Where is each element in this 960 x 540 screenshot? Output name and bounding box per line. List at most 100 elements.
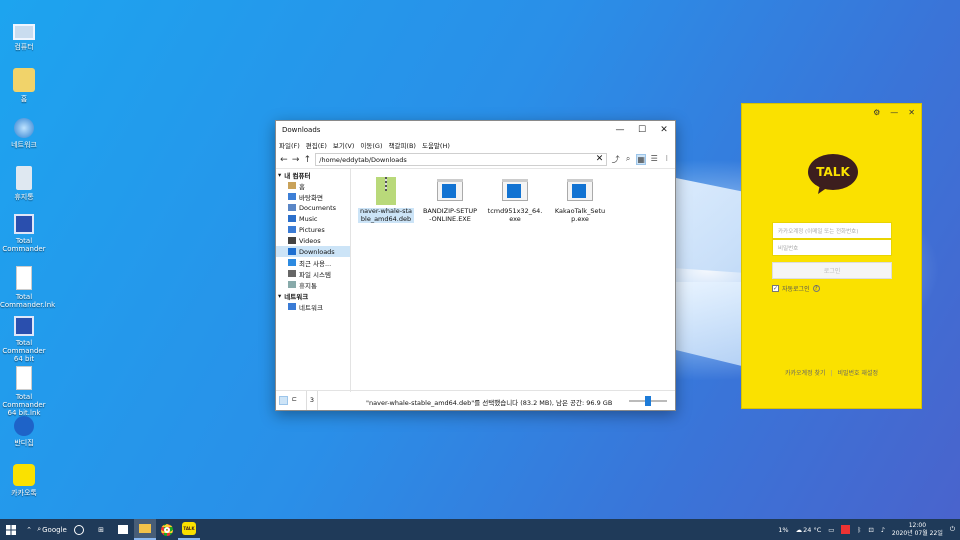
weather-indicator[interactable]: ☁ 24 °C	[796, 526, 822, 534]
clear-path-icon[interactable]: ✕	[596, 154, 604, 164]
path-bar[interactable]: /home/eddytab/Downloads ✕	[315, 153, 608, 166]
talk-logo-icon: TALK	[808, 154, 858, 194]
notification-icon[interactable]: ▭	[828, 526, 834, 534]
minimize-button[interactable]: —	[609, 121, 631, 139]
reset-password-link[interactable]: 비밀번호 재설정	[837, 370, 878, 377]
desktop-icon-7[interactable]: Total Commander 64 bit	[0, 316, 48, 363]
desktop-icon-9[interactable]: 반디집	[0, 416, 48, 447]
sidebar-item-label: 네트워크	[299, 303, 323, 312]
settings-gear-icon[interactable]: ⚙	[873, 108, 880, 117]
bluetooth-icon[interactable]: ᛒ	[857, 526, 861, 534]
file-view: naver-whale-stable_amd64.deb BANDIZIP-SET…	[352, 169, 675, 392]
sidebar-item-8[interactable]: Downloads	[276, 246, 350, 257]
search-icon[interactable]: ⌕	[624, 154, 633, 165]
icon-view-icon[interactable]: ▦	[636, 154, 646, 165]
task-view-icon[interactable]	[68, 519, 90, 540]
taskbar: ⌃ ⌕ Google ⊞ TALK 1% ☁ 24 °C ▭ ᛒ ⊡ ♪ 12:0…	[0, 519, 960, 540]
desktop-icon-8[interactable]: Total Commander 64 bit.lnk	[0, 366, 48, 417]
sidebar-item-12[interactable]: ▾ 네트워크	[276, 290, 350, 301]
menu-edit[interactable]: 편집(E)	[306, 140, 327, 150]
sidebar-item-7[interactable]: Videos	[276, 235, 350, 246]
desktop-icon-5[interactable]: Total Commander	[0, 214, 48, 253]
expand-chevron-icon[interactable]: ▾	[278, 292, 281, 300]
menu-bookmarks[interactable]: 책갈피(B)	[388, 140, 415, 150]
sidebar-item-11[interactable]: 휴지통	[276, 279, 350, 290]
search-button[interactable]: ⌕ Google	[36, 519, 68, 540]
network-icon[interactable]: ⊡	[868, 526, 873, 534]
sidebar-item-3[interactable]: 바탕화면	[276, 191, 350, 202]
window-titlebar[interactable]: Downloads — ☐ ✕	[276, 121, 675, 139]
auto-login-checkbox[interactable]: ✓ 자동로그인 ?	[772, 284, 820, 293]
kakao-close-button[interactable]: ✕	[908, 108, 915, 117]
maximize-button[interactable]: ☐	[631, 121, 653, 139]
kakao-minimize-button[interactable]: —	[890, 108, 898, 117]
clock-date: 2020년 07월 22일	[891, 529, 943, 537]
sidebar-item-10[interactable]: 파일 시스템	[276, 268, 350, 279]
menu-file[interactable]: 파일(F)	[279, 140, 300, 150]
clock-time: 12:00	[908, 521, 927, 529]
file-item[interactable]: tcmd951x32_64.exe	[487, 177, 543, 223]
menu-go[interactable]: 이동(G)	[360, 140, 382, 150]
sidebar-item-9[interactable]: 최근 사용...	[276, 257, 350, 268]
sidebar-item-1[interactable]: ▾ 내 컴퓨터	[276, 169, 350, 180]
file-name: KakaoTalk_Setup.exe	[554, 207, 606, 223]
sidebar-item-6[interactable]: Pictures	[276, 224, 350, 235]
desktop-icon-label: Total Commander.lnk	[0, 293, 56, 309]
item-count: 3	[306, 391, 318, 410]
account-input[interactable]: 카카오계정 (이메일 또는 전화번호)	[772, 222, 892, 239]
floppy-icon	[14, 316, 34, 336]
desktop-icon-label: Total Commander 64 bit	[2, 339, 46, 363]
zoom-slider-handle[interactable]	[645, 396, 651, 406]
desktop-icon-2[interactable]: 홈	[0, 68, 48, 103]
clock[interactable]: 12:00 2020년 07월 22일	[892, 522, 943, 538]
sidebar-item-label: 파일 시스템	[299, 270, 331, 279]
close-button[interactable]: ✕	[653, 121, 675, 139]
tree-toggle-icon[interactable]: ⊏	[292, 396, 297, 403]
file-item[interactable]: KakaoTalk_Setup.exe	[552, 177, 608, 223]
sidebar-item-2[interactable]: 홈	[276, 180, 350, 191]
file-manager-icon[interactable]	[134, 519, 156, 540]
open-terminal-icon[interactable]: ⤴	[611, 154, 620, 165]
side-pane-toggle-icon[interactable]	[279, 396, 288, 405]
desktop-icon-10[interactable]: 카카오톡	[0, 464, 48, 497]
checkbox-check-icon[interactable]: ✓	[772, 285, 779, 292]
power-icon[interactable]: ⏻	[950, 525, 955, 534]
kakaotalk-taskbar-icon[interactable]: TALK	[178, 519, 200, 540]
desktop-icon-3[interactable]: 네트워크	[0, 118, 48, 149]
antivirus-icon[interactable]	[841, 525, 851, 534]
login-button[interactable]: 로그인	[772, 262, 892, 279]
system-tray: 1% ☁ 24 °C ▭ ᛒ ⊡ ♪ 12:00 2020년 07월 22일 ⏻	[778, 519, 960, 540]
back-arrow-icon[interactable]: ←	[280, 155, 288, 165]
trash-icon	[16, 166, 32, 190]
expand-chevron-icon[interactable]: ▾	[278, 171, 281, 179]
file-item[interactable]: BANDIZIP-SETUP-ONLINE.EXE	[422, 177, 478, 223]
sidebar-item-5[interactable]: Music	[276, 213, 350, 224]
desktop-icon-4[interactable]: 휴지통	[0, 166, 48, 201]
store-icon[interactable]	[112, 519, 134, 540]
forward-arrow-icon[interactable]: →	[292, 155, 300, 165]
menu-help[interactable]: 도움말(H)	[422, 140, 450, 150]
chrome-icon[interactable]	[156, 519, 178, 540]
desktop-icon-6[interactable]: Total Commander.lnk	[0, 266, 56, 309]
compact-view-icon[interactable]: ☰	[650, 154, 659, 165]
auto-login-label: 자동로그인	[782, 286, 810, 293]
detail-view-icon[interactable]: ⁝	[662, 154, 671, 165]
password-input[interactable]: 비밀번호	[772, 239, 892, 256]
desktop-icon-1[interactable]: 컴퓨터	[0, 18, 48, 51]
documents-icon	[288, 204, 296, 211]
trash-icon	[288, 281, 296, 288]
volume-icon[interactable]: ♪	[881, 526, 885, 534]
help-icon[interactable]: ?	[812, 285, 820, 292]
start-windows-icon[interactable]	[0, 519, 22, 540]
up-arrow-icon[interactable]: ↑	[304, 155, 312, 165]
sidebar: ▾ 내 컴퓨터 홈 바탕화면 Documents Music Pictures Videos D…	[276, 169, 351, 392]
find-account-link[interactable]: 카카오계정 찾기	[785, 370, 826, 377]
widgets-icon[interactable]: ⊞	[90, 519, 112, 540]
menu-view[interactable]: 보기(V)	[333, 140, 354, 150]
zoom-slider[interactable]	[629, 396, 667, 406]
sidebar-item-13[interactable]: 네트워크	[276, 301, 350, 312]
sidebar-item-4[interactable]: Documents	[276, 202, 350, 213]
toolbar: ← → ↑ /home/eddytab/Downloads ✕ ⤴ ⌕ ▦ ☰ …	[276, 151, 675, 169]
file-item[interactable]: naver-whale-stable_amd64.deb	[358, 177, 414, 223]
chevron-up-icon[interactable]: ⌃	[22, 519, 36, 540]
